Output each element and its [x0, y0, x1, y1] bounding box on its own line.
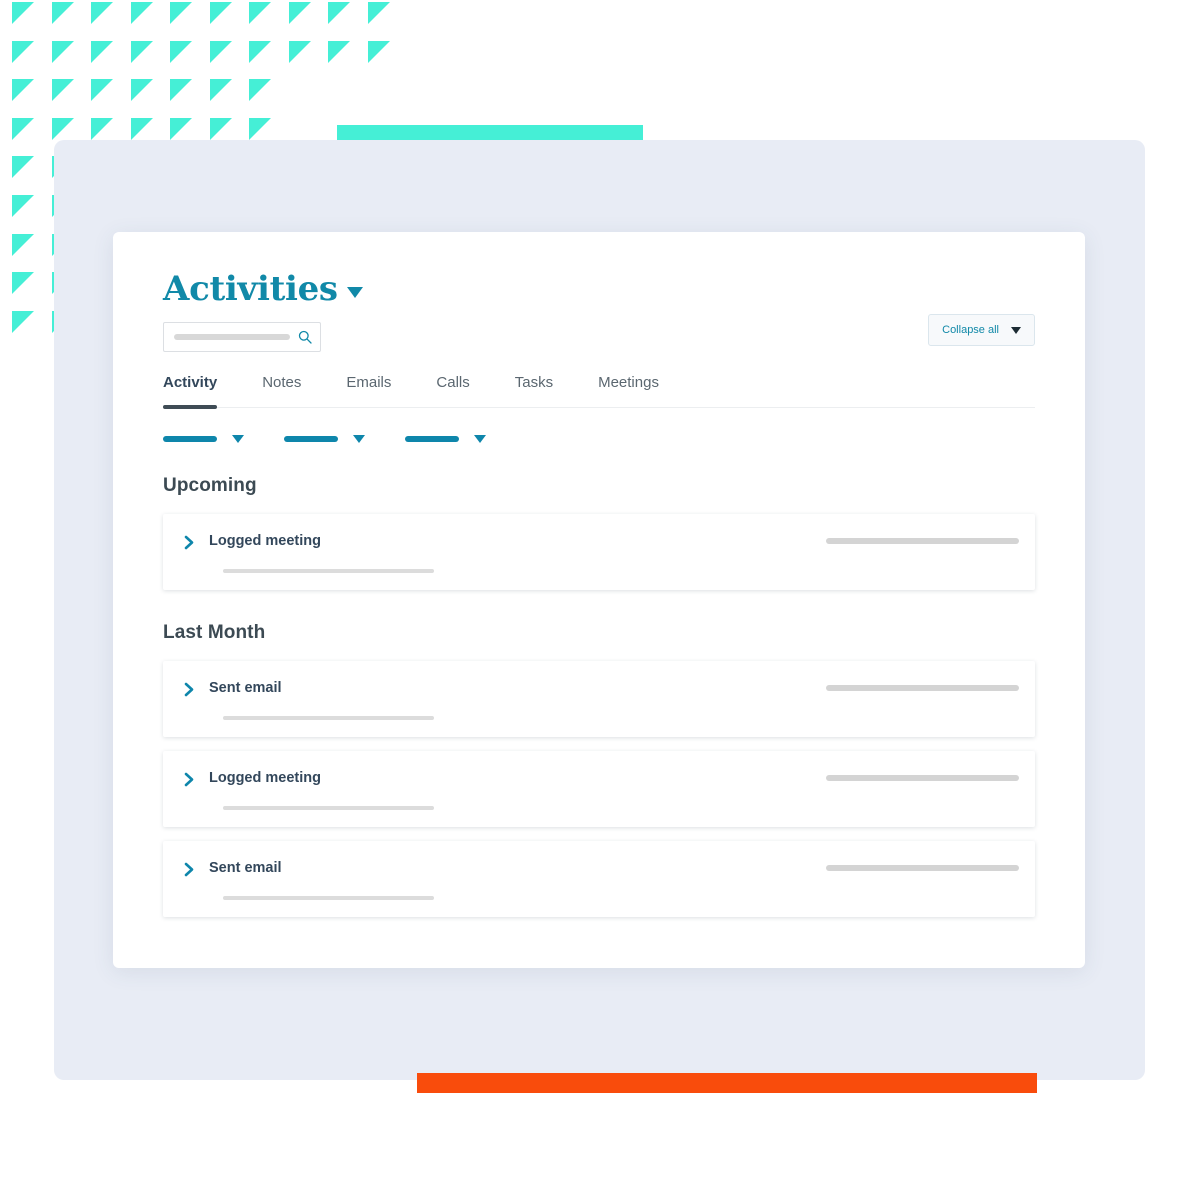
decor-triangle	[170, 2, 192, 24]
activity-subtitle-placeholder	[223, 568, 434, 573]
decor-triangle	[249, 40, 271, 63]
activities-panel: Activities Collapse all Activity Notes Ema…	[113, 232, 1085, 968]
decor-triangle	[170, 79, 192, 102]
chevron-down-icon[interactable]	[346, 286, 363, 298]
search-placeholder	[174, 334, 290, 340]
activity-text-column: Logged meeting	[209, 771, 434, 810]
decor-triangle	[91, 117, 113, 140]
decor-triangle	[12, 195, 34, 217]
decor-triangle	[51, 117, 74, 140]
chevron-right-icon[interactable]	[184, 535, 195, 555]
chevron-down-icon	[232, 435, 244, 443]
decor-triangle	[12, 156, 34, 179]
filter-two-placeholder	[284, 436, 338, 442]
decor-triangle	[249, 79, 271, 102]
decor-triangle	[209, 117, 232, 140]
activity-meta-placeholder	[826, 538, 1019, 544]
search-input[interactable]	[163, 322, 321, 352]
activity-card[interactable]: Logged meeting	[163, 514, 1035, 590]
activity-text-column: Logged meeting	[209, 534, 434, 573]
section-heading: Upcoming	[163, 475, 257, 496]
decor-triangle	[249, 117, 271, 140]
decor-triangle	[12, 2, 34, 24]
collapse-all-button[interactable]: Collapse all	[928, 314, 1035, 346]
controls-row: Collapse all	[163, 314, 1035, 352]
orange-accent-bar	[417, 1073, 1037, 1093]
activity-label: Sent email	[209, 680, 282, 696]
tab-tasks[interactable]: Tasks	[515, 374, 553, 407]
chevron-down-icon	[474, 435, 486, 443]
activity-text-column: Sent email	[209, 681, 434, 720]
activity-card-left: Sent email	[184, 861, 434, 900]
decor-triangle	[328, 40, 350, 63]
tab-notes[interactable]: Notes	[262, 374, 301, 407]
activity-label: Sent email	[209, 860, 282, 876]
decor-triangle	[209, 79, 232, 102]
activity-card-left: Logged meeting	[184, 771, 434, 810]
decor-triangle	[12, 117, 34, 140]
tab-calls[interactable]: Calls	[436, 374, 469, 407]
decor-triangle	[12, 272, 34, 295]
chevron-down-icon	[1011, 326, 1021, 334]
decor-triangle	[328, 2, 350, 24]
decor-triangle	[288, 2, 311, 24]
activity-sections: Upcoming Logged meeting Last Month Sent ema…	[163, 475, 1035, 917]
page-title-row: Activities	[163, 272, 1035, 306]
activity-label: Logged meeting	[209, 770, 321, 786]
activity-subtitle-placeholder	[223, 895, 434, 900]
decor-triangle	[170, 117, 192, 140]
tab-activity[interactable]: Activity	[163, 374, 218, 409]
decor-triangle	[12, 79, 34, 102]
collapse-all-label: Collapse all	[942, 324, 999, 336]
tab-emails[interactable]: Emails	[346, 374, 391, 407]
activity-card[interactable]: Sent email	[163, 661, 1035, 737]
activity-card[interactable]: Logged meeting	[163, 751, 1035, 827]
decor-triangle	[130, 79, 153, 102]
filter-two-dropdown[interactable]	[284, 435, 365, 443]
tab-bar: Activity Notes Emails Calls Tasks Meetings	[163, 374, 1035, 409]
activity-meta-placeholder	[826, 865, 1019, 871]
search-icon[interactable]	[298, 330, 312, 344]
decor-triangle	[51, 2, 74, 24]
page-title: Activities	[163, 269, 338, 309]
decor-triangle	[209, 2, 232, 24]
decor-triangle	[130, 2, 153, 24]
filter-three-placeholder	[405, 436, 459, 442]
decor-triangle	[130, 117, 153, 140]
filters-row	[163, 435, 1035, 443]
decor-triangle	[91, 79, 113, 102]
activity-card-left: Sent email	[184, 681, 434, 720]
decor-triangle	[367, 40, 390, 63]
activity-subtitle-placeholder	[223, 805, 434, 810]
decor-triangle	[12, 233, 34, 256]
decor-triangle	[12, 310, 34, 333]
section-heading: Last Month	[163, 622, 266, 643]
decor-triangle	[91, 2, 113, 24]
activity-label: Logged meeting	[209, 533, 321, 549]
decor-triangle	[51, 79, 74, 102]
decor-triangle	[209, 40, 232, 63]
decor-triangle	[12, 40, 34, 63]
activity-subtitle-placeholder	[223, 715, 434, 720]
chevron-right-icon[interactable]	[184, 772, 195, 792]
chevron-right-icon[interactable]	[184, 682, 195, 702]
decor-triangle	[288, 40, 311, 63]
decor-triangle	[367, 2, 390, 24]
filter-three-dropdown[interactable]	[405, 435, 486, 443]
chevron-right-icon[interactable]	[184, 862, 195, 882]
activity-card[interactable]: Sent email	[163, 841, 1035, 917]
decor-triangle	[91, 40, 113, 63]
filter-one-placeholder	[163, 436, 217, 442]
decor-triangle	[130, 40, 153, 63]
tab-meetings[interactable]: Meetings	[598, 374, 659, 407]
activity-text-column: Sent email	[209, 861, 434, 900]
filter-one-dropdown[interactable]	[163, 435, 244, 443]
decor-triangle	[51, 40, 74, 63]
decor-triangle	[170, 40, 192, 63]
activity-card-left: Logged meeting	[184, 534, 434, 573]
chevron-down-icon	[353, 435, 365, 443]
activity-meta-placeholder	[826, 685, 1019, 691]
activity-meta-placeholder	[826, 775, 1019, 781]
decor-triangle	[249, 2, 271, 24]
